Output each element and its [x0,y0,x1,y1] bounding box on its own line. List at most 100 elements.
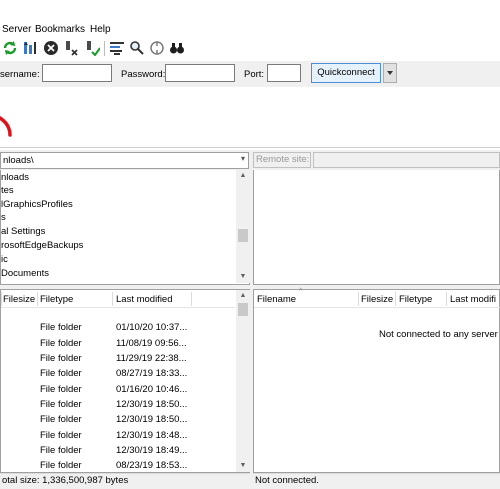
cancel-icon[interactable] [43,40,59,56]
column-filetype[interactable]: Filetype [399,294,432,305]
tree-item[interactable]: lGraphicsProfiles [1,198,73,211]
cell-filetype: File folder [40,445,82,456]
cell-filetype: File folder [40,430,82,441]
annotation-arrow-icon [0,116,12,137]
tree-item-label: s [1,212,6,223]
tree-item[interactable]: Documents [1,267,49,280]
remote-file-list: Filename ^ Filesize Filetype Last modifi… [253,288,500,473]
tree-item-label: tes [1,185,14,196]
scroll-up-icon[interactable]: ▲ [236,290,250,302]
local-list-scrollbar[interactable]: ▲ ▼ [236,290,250,472]
process-queue-icon[interactable] [23,40,39,56]
tree-item-label: nloads [1,172,29,183]
column-separator [37,292,38,306]
remote-path-input [313,152,500,168]
username-input[interactable] [42,64,112,82]
column-separator [191,292,192,306]
local-path-text: nloads\ [3,155,34,166]
filter-icon[interactable] [109,40,125,56]
column-separator [446,292,447,306]
password-input[interactable] [165,64,235,82]
local-list-header: Filesize Filetype Last modified [1,290,235,308]
column-last-modified[interactable]: Last modifi [450,294,496,305]
scroll-down-icon[interactable]: ▼ [236,271,250,283]
sort-ascending-icon: ^ [299,288,303,295]
tree-item[interactable]: al Settings [1,225,45,238]
search-icon[interactable] [169,40,185,56]
remote-list-header: Filename ^ Filesize Filetype Last modifi [254,288,500,308]
cell-modified: 01/10/20 10:37... [116,322,188,333]
scroll-thumb[interactable] [238,303,248,316]
toolbar [0,38,500,60]
remote-status-bar: Not connected. [253,473,500,489]
tree-item[interactable]: nloads [1,171,29,184]
tree-scrollbar[interactable]: ▲ ▼ [236,170,250,283]
remote-path-bar: Remote site: [253,150,500,170]
tree-item[interactable]: ic [1,253,8,266]
tree-item-label: Documents [1,268,50,279]
disconnect-icon[interactable] [63,40,79,56]
quickconnect-button[interactable]: Quickconnect [311,63,381,83]
cell-modified: 01/16/20 10:46... [116,384,188,395]
chevron-down-icon [387,71,393,75]
cell-filetype: File folder [40,322,82,333]
scroll-down-icon[interactable]: ▼ [236,460,250,472]
reconnect-icon[interactable] [84,40,100,56]
local-file-list: Filesize Filetype Last modified File fol… [0,289,250,473]
password-label: Password: [121,69,166,80]
local-status-bar: otal size: 1,336,500,987 bytes [0,473,250,489]
column-filename[interactable]: Filename [257,294,296,305]
cell-filetype: File folder [40,384,82,395]
menu-server[interactable]: Server [2,24,31,35]
column-separator [1,292,2,306]
cell-modified: 12/30/19 18:50... [116,414,188,425]
tree-item-label: rosoftEdgeBackups [1,240,84,251]
cell-filetype: File folder [40,460,82,471]
refresh-icon[interactable] [2,40,18,56]
cell-filetype: File folder [40,368,82,379]
cell-filetype: File folder [40,353,82,364]
not-connected-message: Not connected to any server [379,329,498,340]
compare-icon[interactable] [129,40,145,56]
local-directory-tree: nloads tes lGraphicsProfiles s al Settin… [0,170,250,285]
column-filesize[interactable]: Filesize [361,294,393,305]
local-path-input[interactable]: nloads\ ▾ [0,152,249,169]
port-label: Port: [244,69,265,80]
chevron-down-icon[interactable]: ▾ [241,154,245,163]
cell-modified: 12/30/19 18:50... [116,399,188,410]
column-last-modified[interactable]: Last modified [116,294,173,305]
cell-modified: 08/23/19 18:53... [116,460,188,471]
column-filesize[interactable]: Filesize [3,294,35,305]
tree-item[interactable]: rosoftEdgeBackups [1,239,83,252]
menu-help[interactable]: Help [90,24,111,35]
remote-directory-tree [253,170,500,285]
tree-item[interactable]: s [1,211,6,224]
quickconnect-bar: sername: Password: Port: Quickconnect [0,61,500,87]
username-label: sername: [0,69,40,80]
cell-modified: 12/30/19 18:49... [116,445,188,456]
column-filetype[interactable]: Filetype [40,294,73,305]
sync-browse-icon[interactable] [149,40,165,56]
tree-item-label: lGraphicsProfiles [1,199,73,210]
column-separator [112,292,113,306]
scroll-up-icon[interactable]: ▲ [236,170,250,182]
local-path-bar: nloads\ ▾ [0,150,251,170]
column-separator [395,292,396,306]
cell-modified: 11/08/19 09:56... [116,338,187,349]
cell-filetype: File folder [40,338,82,349]
remote-site-label: Remote site: [253,152,311,168]
scroll-thumb[interactable] [238,229,248,242]
menu-bookmarks[interactable]: Bookmarks [35,24,85,35]
quickconnect-dropdown-button[interactable] [383,63,397,83]
column-separator [358,292,359,306]
cell-modified: 12/30/19 18:48... [116,430,188,441]
cell-modified: 11/29/19 22:38... [116,353,187,364]
cell-modified: 08/27/19 18:33... [116,368,188,379]
toolbar-separator [104,41,105,56]
cell-filetype: File folder [40,414,82,425]
port-input[interactable] [267,64,301,82]
cell-filetype: File folder [40,399,82,410]
tree-item-label: ic [1,254,8,265]
message-log [0,88,500,148]
tree-item[interactable]: tes [1,184,14,197]
